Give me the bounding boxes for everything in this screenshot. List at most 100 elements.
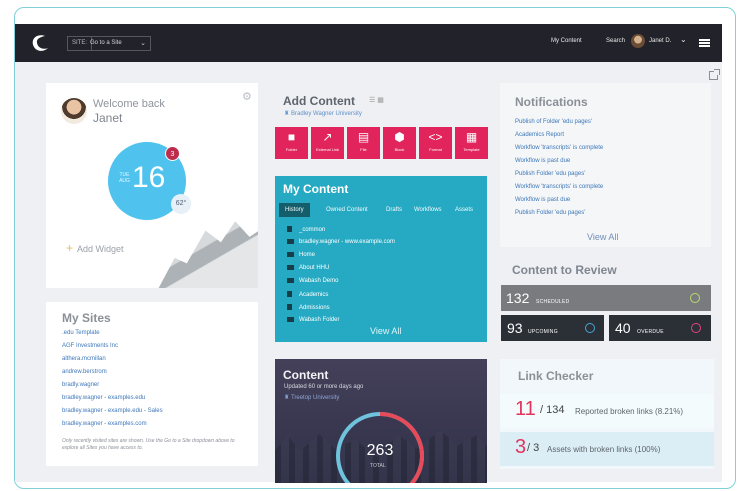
folder-tile[interactable]: ■ Folder xyxy=(275,127,308,159)
logo-icon[interactable] xyxy=(29,32,51,54)
content-subtitle: Updated 60 or more days ago xyxy=(284,384,364,390)
broken-links-count: 11 xyxy=(515,398,536,420)
add-content-title: Add Content xyxy=(283,94,355,108)
content-row[interactable]: Wabash Folder xyxy=(287,317,339,323)
notification-item[interactable]: Workflow 'transcripts' is complete xyxy=(515,145,603,151)
scheduled-count: 132 xyxy=(506,290,530,306)
site-link[interactable]: bradly.wagner xyxy=(62,382,99,388)
tab-drafts[interactable]: Drafts xyxy=(386,203,402,217)
add-widget-label: Add Widget xyxy=(77,244,124,254)
tile-label: File xyxy=(360,147,367,152)
notification-item[interactable]: Academics Report xyxy=(515,132,564,138)
broken-links-row[interactable]: 11 / 134 Reported broken links (8.21%) xyxy=(500,394,714,428)
welcome-name: Janet xyxy=(93,111,123,125)
temperature-badge: 62° xyxy=(171,194,191,214)
hamburger-menu-icon[interactable] xyxy=(699,39,710,47)
content-row[interactable]: Home xyxy=(287,252,315,258)
block-tile[interactable]: ⬢ Block xyxy=(383,127,416,159)
folder-icon xyxy=(287,317,294,322)
upcoming-label: UPCOMING xyxy=(528,329,558,335)
content-item-name: bradley.wagner - www.example.com xyxy=(299,239,395,245)
site-select-value: Go to a Site xyxy=(90,40,122,46)
chevron-down-icon[interactable]: ⌄ xyxy=(680,35,687,44)
site-link[interactable]: bradley.wagner - examples.com xyxy=(62,421,147,427)
notification-item[interactable]: Workflow 'transcripts' is complete xyxy=(515,184,603,190)
content-item-name: Academics xyxy=(299,292,329,298)
template-icon: ▦ xyxy=(465,130,478,144)
notification-item[interactable]: Publish of Folder 'edu pages' xyxy=(515,119,592,125)
tile-label: Format xyxy=(429,147,442,152)
content-title: Content xyxy=(283,368,329,382)
tab-assets[interactable]: Assets xyxy=(455,203,473,217)
file-icon xyxy=(287,226,292,232)
broken-links-text: Reported broken links (8.21%) xyxy=(575,407,684,416)
assets-total: / 3 xyxy=(527,442,540,454)
tab-history[interactable]: History xyxy=(279,203,310,217)
site-link[interactable]: bradley.wagner - example.edu - Sales xyxy=(62,408,163,414)
site-link[interactable]: AGF Investments Inc xyxy=(62,343,118,349)
template-tile[interactable]: ▦ Template xyxy=(455,127,488,159)
avatar xyxy=(61,98,87,124)
content-item-name: About HHU xyxy=(299,265,330,271)
top-navigation-bar: SITE: Go to a Site ⌄ My Content Search J… xyxy=(15,24,722,62)
site-select[interactable]: Go to a Site ⌄ xyxy=(85,36,151,51)
user-menu-name[interactable]: Janet D. xyxy=(649,38,671,44)
my-sites-title: My Sites xyxy=(62,311,111,325)
file-icon xyxy=(287,291,292,297)
assets-broken-text: Assets with broken links (100%) xyxy=(547,445,661,454)
my-content-view-all[interactable]: View All xyxy=(370,326,401,336)
broken-links-total: / 134 xyxy=(540,404,565,416)
tab-workflows[interactable]: Workflows xyxy=(414,203,442,217)
tab-owned-content[interactable]: Owned Content xyxy=(326,203,368,217)
alert-icon xyxy=(691,323,701,333)
content-total-label: TOTAL xyxy=(370,463,386,469)
content-stats-widget: Content Updated 60 or more days ago ♜ Tr… xyxy=(275,359,487,483)
content-row[interactable]: About HHU xyxy=(287,265,329,271)
content-row[interactable]: _common xyxy=(287,226,325,233)
month: AUG xyxy=(119,178,130,184)
notification-item[interactable]: Publish Folder 'edu pages' xyxy=(515,210,585,216)
content-item-name: _common xyxy=(299,227,326,233)
notification-item[interactable]: Workflow is past due xyxy=(515,197,570,203)
upcoming-review-box[interactable]: 93 UPCOMING xyxy=(501,315,604,341)
format-tile[interactable]: <> Format xyxy=(419,127,452,159)
search-link[interactable]: Search xyxy=(606,38,625,44)
my-sites-widget: My Sites .edu Template AGF Investments I… xyxy=(46,302,258,466)
gear-icon[interactable]: ⚙ xyxy=(242,90,252,103)
overdue-review-box[interactable]: 40 OVERDUE xyxy=(609,315,711,341)
site-link[interactable]: althera.mcmillan xyxy=(62,356,106,362)
code-icon: <> xyxy=(428,130,443,144)
folder-icon xyxy=(287,278,294,283)
content-to-review-title: Content to Review xyxy=(512,263,617,277)
my-content-link[interactable]: My Content xyxy=(551,38,582,44)
scheduled-label: SCHEDULED xyxy=(536,299,570,305)
notifications-widget: Notifications Publish of Folder 'edu pag… xyxy=(500,83,711,247)
site-link[interactable]: bradley.wagner - examples.edu xyxy=(62,395,145,401)
content-university: ♜ Treetop University xyxy=(284,394,339,401)
notifications-view-all[interactable]: View All xyxy=(587,232,618,242)
content-row[interactable]: Wabash Demo xyxy=(287,278,338,284)
site-link[interactable]: andrew.berstrom xyxy=(62,369,107,375)
scheduled-review-box[interactable]: 132 SCHEDULED xyxy=(501,285,711,311)
my-content-title: My Content xyxy=(283,182,349,196)
external-link-icon[interactable] xyxy=(709,69,720,80)
content-row[interactable]: Academics xyxy=(287,291,328,298)
mountain-image xyxy=(156,221,258,288)
view-toggle-icons[interactable]: ☰ ▦ xyxy=(369,96,384,104)
notification-item[interactable]: Workflow is past due xyxy=(515,158,570,164)
date-day: 16 xyxy=(132,161,166,194)
folder-icon xyxy=(287,252,294,257)
link-checker-widget: Link Checker 11 / 134 Reported broken li… xyxy=(500,359,714,469)
add-widget-button[interactable]: + Add Widget xyxy=(58,237,132,259)
notification-item[interactable]: Publish Folder 'edu pages' xyxy=(515,171,585,177)
assets-broken-row[interactable]: 3 / 3 Assets with broken links (100%) xyxy=(500,432,714,466)
site-link[interactable]: .edu Template xyxy=(62,330,100,336)
content-row[interactable]: Admissions xyxy=(287,304,330,311)
content-row[interactable]: bradley.wagner - www.example.com xyxy=(287,239,395,245)
content-item-name: Wabash Folder xyxy=(299,317,340,323)
external-link-tile[interactable]: ↗ External Link xyxy=(311,127,344,159)
file-tile[interactable]: ▤ File xyxy=(347,127,380,159)
avatar[interactable] xyxy=(631,34,645,48)
folder-icon xyxy=(287,239,294,244)
tile-label: External Link xyxy=(315,147,340,152)
